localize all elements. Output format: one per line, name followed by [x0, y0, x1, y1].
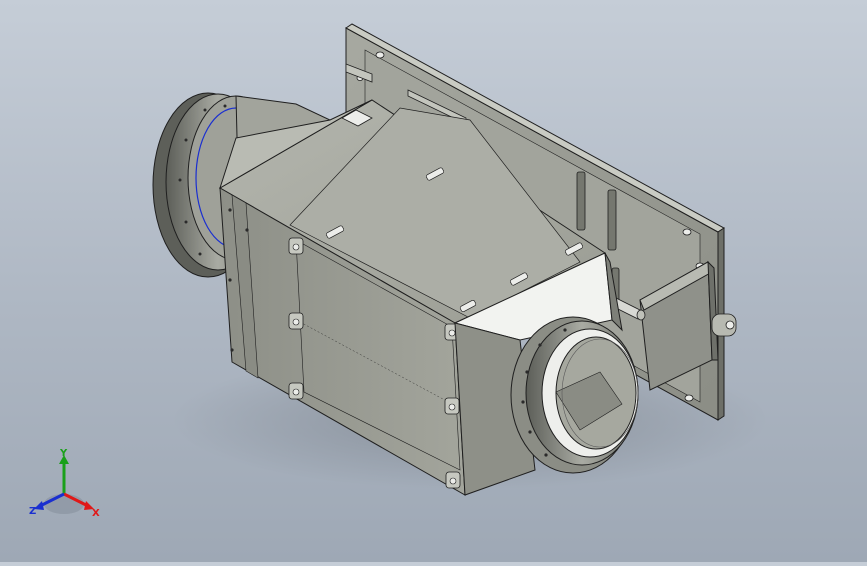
- coordinate-triad: Y X Z: [26, 448, 106, 524]
- y-axis-label: Y: [59, 448, 68, 459]
- x-axis-label: X: [92, 508, 100, 519]
- triad-base-shadow: [44, 494, 84, 514]
- cad-model-view[interactable]: [0, 0, 867, 562]
- bracket-hinge: [711, 313, 737, 337]
- 3d-viewport[interactable]: [0, 0, 867, 562]
- z-axis-label: Z: [29, 506, 36, 517]
